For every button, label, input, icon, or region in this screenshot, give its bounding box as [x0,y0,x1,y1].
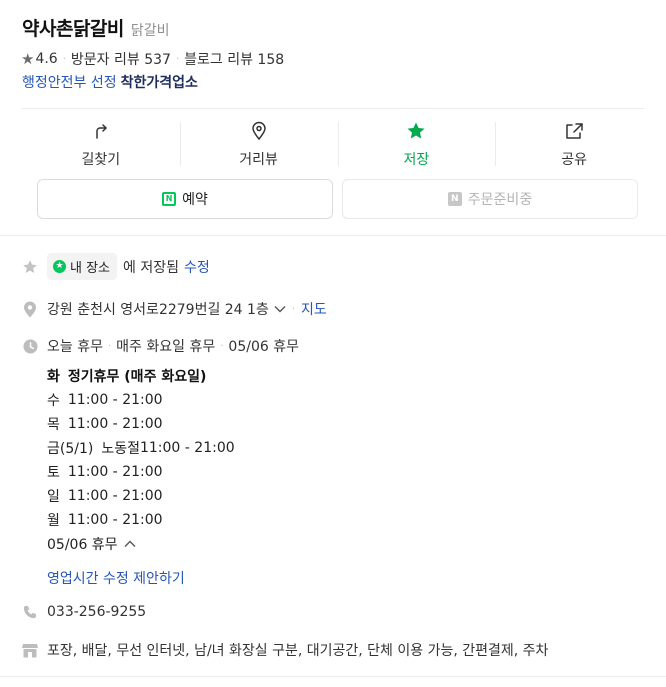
my-place-label: 내 장소 [70,261,111,276]
star-outline-icon [22,259,38,275]
section-divider [0,235,666,236]
hours-today: 오늘 휴무 [47,339,103,355]
naver-booking-icon: N [162,192,177,206]
hours-time: 11:00 - 21:00 [67,512,163,528]
phone-row: 033-256-9255 [22,604,146,620]
streetview-button[interactable]: 거리뷰 [179,118,338,170]
order-label: 주문준비중 [467,192,533,208]
hours-list: 화 정기휴무 (매주 화요일) 수 11:00 - 21:00 목 11:00 … [47,364,235,556]
hours-day: 토 [47,465,60,481]
clock-icon [22,338,38,354]
place-category: 닭갈비 [130,23,170,39]
phone-number[interactable]: 033-256-9255 [47,604,146,620]
hours-day: 금(5/1) [47,441,94,457]
phone-icon [22,604,38,620]
hours-date: 05/06 휴무 [228,339,299,355]
separator-dot: · [107,340,112,352]
share-button[interactable]: 공유 [495,118,653,170]
naver-order-icon: N [447,192,462,206]
booking-buttons: N 예약 N 주문준비중 [37,179,638,219]
chevron-up-icon [124,540,136,548]
separator-dot: · [220,340,224,352]
hours-day: 화 [47,369,60,385]
hours-row: 화 정기휴무 (매주 화요일) [47,364,235,388]
saved-text: 에 저장됨 [123,259,179,276]
hours-weekly: 매주 화요일 휴무 [116,339,216,355]
share-label: 공유 [561,151,587,168]
star-icon [406,120,426,142]
directions-button[interactable]: 길찾기 [22,118,180,170]
gov-label: 행정안전부 선정 [22,75,117,91]
reserve-button[interactable]: N 예약 [37,179,333,219]
separator-dot: · [175,53,180,65]
hours-time: 11:00 - 21:00 [67,392,163,408]
hours-note: 노동절 [101,441,140,457]
divider [22,108,644,109]
location-pin-icon [22,301,38,317]
reserve-label: 예약 [182,192,208,208]
hours-time: 11:00 - 21:00 [67,416,163,432]
place-header: 약사촌닭갈비 닭갈비 [22,14,170,41]
rating-value: 4.6 [35,51,58,67]
chevron-down-icon[interactable] [274,305,286,313]
hours-row: 일 11:00 - 21:00 [47,484,235,508]
hours-row: 목 11:00 - 21:00 [47,412,235,436]
separator-dot: · [291,303,296,315]
store-icon [22,643,38,658]
map-link[interactable]: 지도 [301,299,327,319]
suggest-hours-link[interactable]: 영업시간 수정 제안하기 [47,568,185,588]
hours-day: 일 [47,489,60,505]
hours-time: 11:00 - 21:00 [67,464,163,480]
save-button[interactable]: 저장 [337,118,496,170]
address-text: 강원 춘천시 영서로2279번길 24 1층 [47,302,269,318]
separator-dot: · [62,53,66,65]
location-pin-icon [250,120,268,142]
share-icon [564,120,584,142]
streetview-label: 거리뷰 [239,151,278,168]
directions-label: 길찾기 [81,151,121,168]
my-place-chip[interactable]: ★ 내 장소 [47,253,118,280]
hours-day: 월 [47,513,60,529]
facilities-row: 포장, 배달, 무선 인터넷, 남/녀 화장실 구분, 대기공간, 단체 이용 … [22,640,548,660]
hours-day: 수 [47,393,60,409]
save-label: 저장 [403,151,430,168]
star-badge-icon: ★ [53,260,66,273]
directions-icon [92,120,110,142]
edit-save-link[interactable]: 수정 [184,257,210,277]
hours-day: 목 [47,417,60,433]
facilities-text: 포장, 배달, 무선 인터넷, 남/녀 화장실 구분, 대기공간, 단체 이용 … [47,643,549,659]
hours-time: 정기휴무 (매주 화요일) [67,369,207,385]
order-button: N 주문준비중 [342,179,638,219]
hours-row: 수 11:00 - 21:00 [47,388,235,412]
holiday-text: 05/06 휴무 [47,537,118,553]
gov-certification: 행정안전부 선정 착한가격업소 [22,72,198,92]
place-name: 약사촌닭갈비 [22,18,124,40]
hours-collapse-toggle[interactable]: 05/06 휴무 [47,532,235,556]
blog-reviews-link[interactable]: 블로그 리뷰 158 [184,49,284,69]
hours-row: 토 11:00 - 21:00 [47,460,235,484]
good-price-badge: 착한가격업소 [120,75,198,91]
action-bar: 길찾기 거리뷰 저장 공유 [22,118,653,170]
address-row: 강원 춘천시 영서로2279번길 24 1층 · 지도 [22,299,327,319]
section-divider [0,676,666,677]
hours-summary[interactable]: 오늘 휴무 · 매주 화요일 휴무 · 05/06 휴무 [22,336,299,356]
hours-time: 11:00 - 21:00 [67,488,163,504]
rating-star-icon: ★ [21,50,35,68]
visitor-reviews-link[interactable]: 방문자 리뷰 537 [71,49,171,69]
hours-row: 금(5/1) 노동절 11:00 - 21:00 [47,436,235,460]
saved-row: ★ 내 장소 에 저장됨 수정 [22,253,210,280]
hours-row: 월 11:00 - 21:00 [47,508,235,532]
review-summary: ★ 4.6 · 방문자 리뷰 537 · 블로그 리뷰 158 [21,49,284,69]
hours-time: 11:00 - 21:00 [139,440,235,456]
